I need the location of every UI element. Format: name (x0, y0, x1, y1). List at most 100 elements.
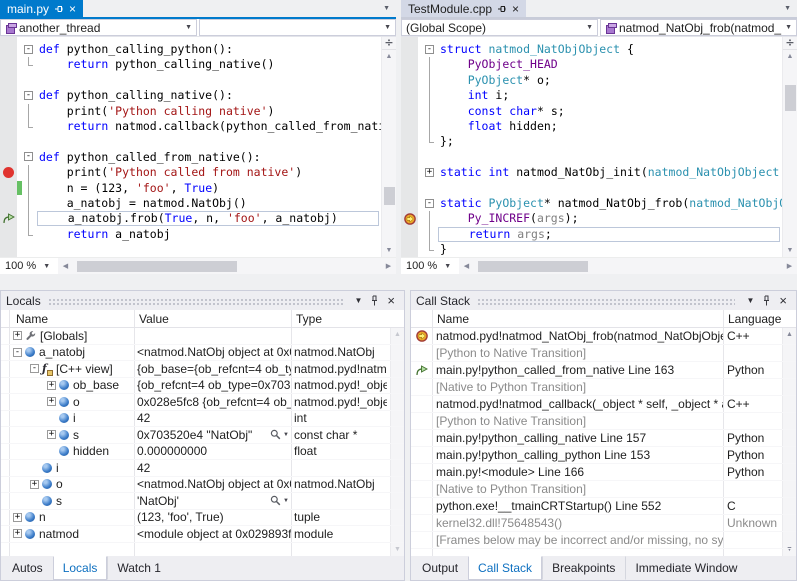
glyph-margin[interactable] (0, 119, 17, 134)
scrollbar-thumb[interactable] (478, 261, 588, 272)
tool-tab-output[interactable]: Output (412, 556, 468, 580)
horizontal-scrollbar[interactable]: ◀ ▶ (459, 258, 797, 274)
tool-tab-call-stack[interactable]: Call Stack (468, 556, 542, 580)
close-icon[interactable]: × (383, 295, 399, 306)
stack-frame-row[interactable]: main.py!python_calling_python Line 153Py… (411, 447, 796, 464)
vertical-scrollbar[interactable]: ÷ ▲ ▼ (381, 37, 396, 257)
glyph-margin[interactable] (401, 88, 418, 103)
stack-frame-row[interactable]: [Python to Native Transition] (411, 345, 796, 362)
glyph-margin[interactable] (0, 150, 17, 165)
tool-tab-breakpoints[interactable]: Breakpoints (542, 556, 625, 580)
glyph-margin[interactable] (0, 227, 17, 242)
tab-list-chevron-icon[interactable]: ▼ (377, 5, 396, 12)
scroll-down-arrow[interactable]: ▼ (382, 244, 396, 257)
window-menu-chevron-icon[interactable]: ▼ (350, 296, 366, 305)
scroll-up-arrow[interactable]: ▲ (382, 50, 396, 63)
pin-icon[interactable] (366, 295, 383, 307)
scope-dropdown[interactable]: (Global Scope) ▼ (401, 19, 598, 36)
tab-list-chevron-icon[interactable]: ▼ (778, 5, 797, 12)
scroll-left-arrow[interactable]: ◀ (58, 260, 73, 273)
glyph-margin[interactable] (0, 196, 17, 211)
value-inspect-button[interactable]: ▼ (270, 495, 291, 506)
glyph-margin[interactable] (401, 57, 418, 72)
scroll-up-arrow[interactable]: ▲ (783, 50, 797, 63)
column-header-name[interactable]: Name (432, 310, 723, 327)
stack-frame-row[interactable]: natmod.pyd!natmod_callback(_object * sel… (411, 396, 796, 413)
value-inspect-button[interactable]: ▼ (270, 429, 291, 440)
locals-row[interactable]: i42int (1, 411, 404, 428)
glyph-margin[interactable] (401, 73, 418, 88)
glyph-margin[interactable] (0, 42, 17, 57)
splitter-handle[interactable]: ÷ (382, 37, 396, 50)
locals-row[interactable]: +o0x028e5fc8 {ob_refcnt=4 ob_typnatmod.p… (1, 394, 404, 411)
locals-row[interactable]: +[Globals] (1, 328, 404, 345)
fold-toggle[interactable]: - (425, 199, 434, 208)
glyph-margin[interactable] (0, 165, 17, 180)
scrollbar-thumb[interactable] (785, 85, 796, 111)
locals-row[interactable]: hidden0.000000000float (1, 444, 404, 461)
stack-frame-row[interactable]: [Frames below may be incorrect and/or mi… (411, 532, 796, 549)
scroll-down-arrow[interactable]: ▼ (391, 543, 404, 556)
thread-dropdown[interactable]: another_thread ▼ (0, 19, 197, 36)
tree-expander[interactable]: + (30, 480, 39, 489)
stack-frame-row[interactable]: kernel32.dll!75648543()Unknown (411, 515, 796, 532)
tree-expander[interactable]: + (47, 430, 56, 439)
pin-icon[interactable] (54, 4, 64, 14)
zoom-selector[interactable]: 100 % ▼ (401, 258, 459, 274)
breakpoint-icon[interactable] (3, 167, 14, 178)
code-editor-python[interactable]: -def python_calling_python(): return pyt… (0, 37, 396, 257)
glyph-margin[interactable] (401, 42, 418, 57)
column-header-language[interactable]: Language (723, 310, 784, 327)
fold-toggle[interactable]: + (425, 168, 434, 177)
glyph-margin[interactable] (0, 88, 17, 103)
locals-row[interactable]: +natmod<module object at 0x029893f8modul… (1, 526, 404, 543)
stack-frame-row[interactable]: python.exe!__tmainCRTStartup() Line 552C (411, 498, 796, 515)
drag-grip[interactable] (48, 298, 344, 305)
column-header-type[interactable]: Type (291, 310, 390, 327)
horizontal-scrollbar[interactable]: ◀ ▶ (58, 258, 396, 274)
glyph-margin[interactable] (0, 57, 17, 72)
vertical-scrollbar[interactable]: ÷ ▲ ▼ (782, 37, 797, 257)
glyph-margin[interactable] (401, 165, 418, 180)
scrollbar-thumb[interactable] (384, 187, 395, 205)
stack-frame-row[interactable]: main.py!python_called_from_native Line 1… (411, 362, 796, 379)
scrollbar-thumb[interactable] (77, 261, 237, 272)
horizontal-splitter[interactable] (0, 274, 797, 290)
tab-testmodule-cpp[interactable]: TestModule.cpp × (401, 0, 526, 17)
stack-frame-row[interactable]: [Native to Python Transition] (411, 379, 796, 396)
tool-tab-locals[interactable]: Locals (53, 556, 108, 580)
locals-row[interactable]: +n(123, 'foo', True)tuple (1, 510, 404, 527)
callstack-title-bar[interactable]: Call Stack ▼ × (411, 291, 796, 310)
tree-expander[interactable]: + (47, 397, 56, 406)
glyph-margin[interactable] (0, 104, 17, 119)
tree-expander[interactable]: + (13, 513, 22, 522)
locals-row[interactable]: -ƒ[C++ view]{ob_base={ob_refcnt=4 ob_typ… (1, 361, 404, 378)
column-header-value[interactable]: Value (134, 310, 291, 327)
glyph-margin[interactable] (0, 73, 17, 88)
scroll-right-arrow[interactable]: ▶ (381, 260, 396, 273)
tool-tab-autos[interactable]: Autos (2, 556, 53, 580)
tree-expander[interactable]: + (47, 381, 56, 390)
pin-icon[interactable] (758, 295, 775, 307)
locals-row[interactable]: +s0x703520e4 "NatObj"▼const char * (1, 427, 404, 444)
pin-icon[interactable] (497, 4, 507, 14)
glyph-margin[interactable] (0, 181, 17, 196)
close-icon[interactable]: × (69, 4, 76, 14)
locals-row[interactable]: -a_natobj<natmod.NatObj object at 0x0nat… (1, 345, 404, 362)
locals-title-bar[interactable]: Locals ▼ × (1, 291, 404, 310)
locals-row[interactable]: +o<natmod.NatObj object at 0x0natmod.Nat… (1, 477, 404, 494)
close-icon[interactable]: × (775, 295, 791, 306)
member-dropdown[interactable]: ▼ (199, 19, 396, 36)
drag-grip[interactable] (477, 298, 735, 305)
tab-main-py[interactable]: main.py × (0, 0, 83, 17)
glyph-margin[interactable] (0, 211, 17, 226)
stack-frame-row[interactable]: natmod.pyd!natmod_NatObj_frob(natmod_Nat… (411, 328, 796, 345)
zoom-selector[interactable]: 100 % ▼ (0, 258, 58, 274)
splitter-handle[interactable]: ÷ (783, 37, 797, 50)
close-icon[interactable]: × (512, 4, 519, 14)
glyph-margin[interactable] (0, 134, 17, 149)
fold-toggle[interactable]: - (24, 152, 33, 161)
glyph-margin[interactable] (401, 227, 418, 242)
scroll-right-arrow[interactable]: ▶ (782, 260, 797, 273)
scrollbar-track[interactable] (73, 258, 381, 274)
